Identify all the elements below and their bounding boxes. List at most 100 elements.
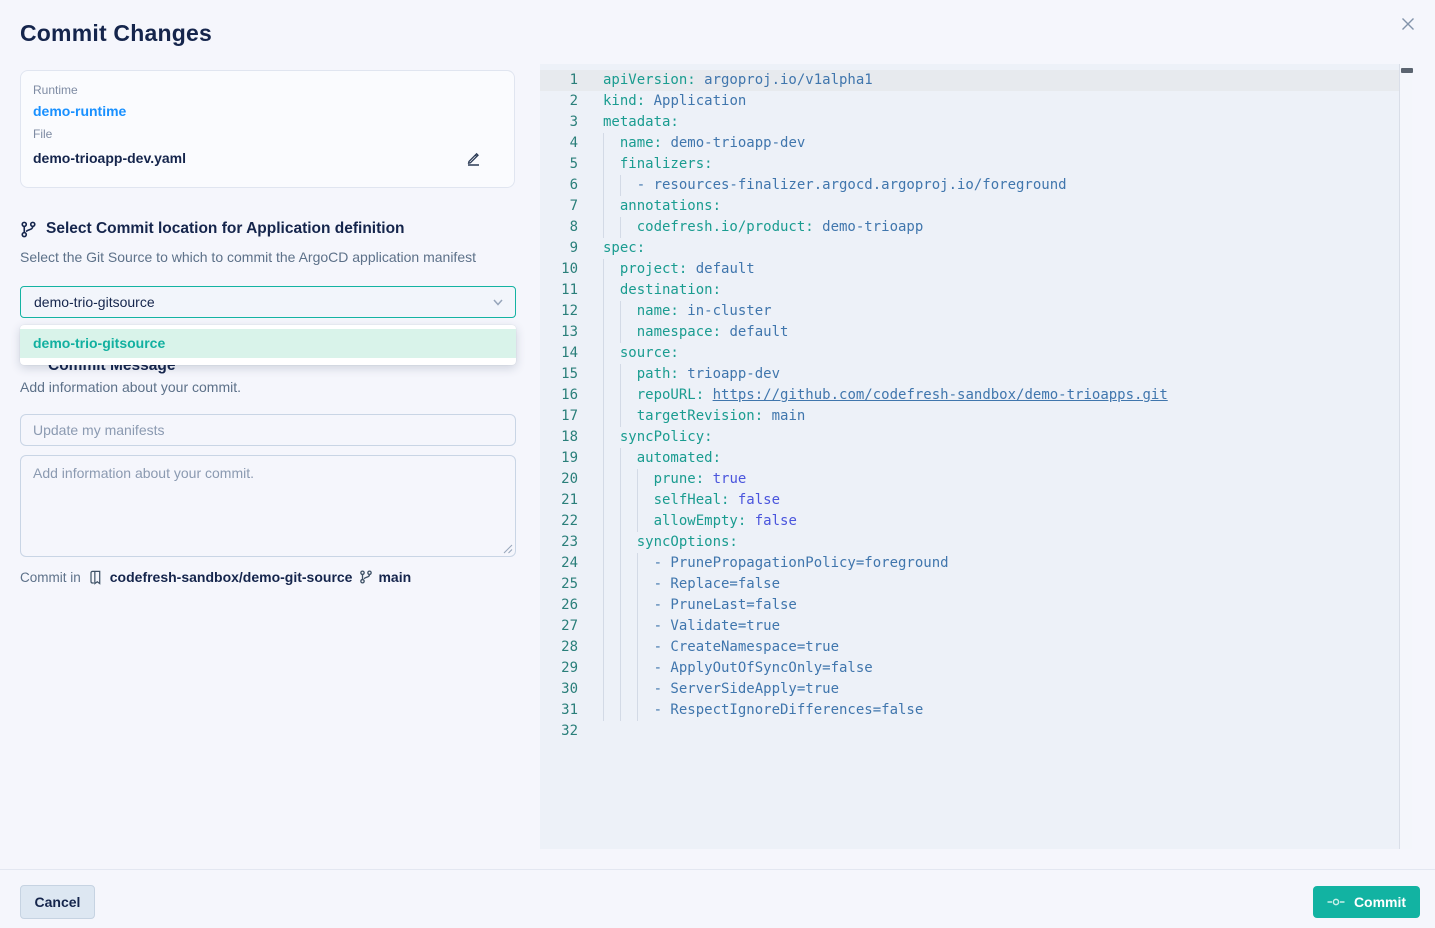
edit-file-icon[interactable] xyxy=(464,149,482,167)
code-line: 3 metadata: xyxy=(540,112,1399,133)
gitsource-select[interactable]: demo-trio-gitsource xyxy=(20,286,516,318)
indent-guide xyxy=(620,364,621,385)
commit-summary-input[interactable] xyxy=(20,414,516,446)
commit-form: Runtime demo-runtime File demo-trioapp-d… xyxy=(20,70,515,188)
yaml-token-str: default xyxy=(687,261,754,277)
yaml-editor[interactable]: 1apiVersion: argoproj.io/v1alpha12kind: … xyxy=(540,64,1412,849)
indent-guide xyxy=(603,364,604,385)
indent-guide xyxy=(637,616,638,637)
line-number: 2 xyxy=(540,91,578,112)
indent-guide xyxy=(637,637,638,658)
yaml-token-key: syncOptions: xyxy=(603,534,738,550)
git-branch-icon xyxy=(20,221,37,238)
code-lines: 1apiVersion: argoproj.io/v1alpha12kind: … xyxy=(540,70,1399,742)
repo-url-link[interactable]: https://github.com/codefresh-sandbox/dem… xyxy=(713,387,1168,403)
indent-guide xyxy=(637,658,638,679)
line-number: 4 xyxy=(540,133,578,154)
yaml-token-str xyxy=(704,387,712,403)
commit-in-label: Commit in xyxy=(20,570,81,585)
code-line: 29 - ApplyOutOfSyncOnly=false xyxy=(540,658,1399,679)
indent-guide xyxy=(620,301,621,322)
code-line: 8 codefresh.io/product: demo-trioapp xyxy=(540,217,1399,238)
line-number: 20 xyxy=(540,469,578,490)
indent-guide xyxy=(620,700,621,721)
indent-guide xyxy=(603,427,604,448)
runtime-link[interactable]: demo-runtime xyxy=(33,103,502,119)
yaml-token-str: main xyxy=(763,408,805,424)
cancel-button[interactable]: Cancel xyxy=(20,885,95,919)
runtime-label: Runtime xyxy=(33,83,502,97)
indent-guide xyxy=(637,574,638,595)
indent-guide xyxy=(603,511,604,532)
yaml-token-key: prune: xyxy=(603,471,704,487)
yaml-token-key: metadata: xyxy=(603,114,679,130)
line-number: 3 xyxy=(540,112,578,133)
yaml-token-key: syncPolicy: xyxy=(603,429,713,445)
code-line: 11 destination: xyxy=(540,280,1399,301)
code-line: 10 project: default xyxy=(540,259,1399,280)
indent-guide xyxy=(620,637,621,658)
yaml-token-bool: false xyxy=(729,492,780,508)
yaml-token-key: selfHeal: xyxy=(603,492,729,508)
editor-scrollbar-track[interactable] xyxy=(1399,64,1412,849)
yaml-token-key: project: xyxy=(603,261,687,277)
gitsource-option[interactable]: demo-trio-gitsource xyxy=(20,329,516,358)
line-number: 7 xyxy=(540,196,578,217)
indent-guide xyxy=(637,553,638,574)
code-line: 24 - PrunePropagationPolicy=foreground xyxy=(540,553,1399,574)
yaml-token-str: - CreateNamespace=true xyxy=(603,639,839,655)
line-number: 8 xyxy=(540,217,578,238)
code-line: 1 apiVersion: argoproj.io/v1alpha1 xyxy=(540,70,1399,91)
commit-branch-name[interactable]: main xyxy=(378,569,411,585)
yaml-token-key: apiVersion: xyxy=(603,72,696,88)
code-line: 22 allowEmpty: false xyxy=(540,511,1399,532)
yaml-token-str: demo-trioapp-dev xyxy=(662,135,805,151)
line-number: 28 xyxy=(540,637,578,658)
indent-guide xyxy=(620,217,621,238)
commit-repo-name[interactable]: codefresh-sandbox/demo-git-source xyxy=(110,569,353,585)
code-line: 4 name: demo-trioapp-dev xyxy=(540,133,1399,154)
indent-guide xyxy=(637,700,638,721)
code-line: 17 targetRevision: main xyxy=(540,406,1399,427)
line-number: 23 xyxy=(540,532,578,553)
yaml-token-key: allowEmpty: xyxy=(603,513,746,529)
line-number: 21 xyxy=(540,490,578,511)
code-line: 7 annotations: xyxy=(540,196,1399,217)
code-line: 13 namespace: default xyxy=(540,322,1399,343)
indent-guide xyxy=(620,406,621,427)
line-number: 18 xyxy=(540,427,578,448)
line-number: 24 xyxy=(540,553,578,574)
commit-target-row: Commit in codefresh-sandbox/demo-git-sou… xyxy=(20,569,411,585)
yaml-token-key: spec: xyxy=(603,240,645,256)
yaml-token-str: - PruneLast=false xyxy=(603,597,797,613)
commit-button[interactable]: Commit xyxy=(1313,886,1420,918)
indent-guide xyxy=(603,679,604,700)
line-number: 32 xyxy=(540,721,578,742)
indent-guide xyxy=(603,322,604,343)
indent-guide xyxy=(603,490,604,511)
line-number: 27 xyxy=(540,616,578,637)
indent-guide xyxy=(603,658,604,679)
indent-guide xyxy=(603,385,604,406)
indent-guide xyxy=(603,175,604,196)
code-line: 28 - CreateNamespace=true xyxy=(540,637,1399,658)
commit-details-textarea[interactable] xyxy=(20,455,516,557)
indent-guide xyxy=(603,700,604,721)
yaml-token-str: - Validate=true xyxy=(603,618,780,634)
dialog-footer: Cancel Commit xyxy=(0,869,1435,928)
indent-guide xyxy=(620,511,621,532)
yaml-token-str: Application xyxy=(645,93,746,109)
close-icon[interactable] xyxy=(1397,13,1419,35)
indent-guide xyxy=(620,553,621,574)
code-line: 20 prune: true xyxy=(540,469,1399,490)
code-line: 30 - ServerSideApply=true xyxy=(540,679,1399,700)
yaml-token-bool: false xyxy=(746,513,797,529)
yaml-token-str: demo-trioapp xyxy=(814,219,924,235)
line-number: 1 xyxy=(540,70,578,91)
code-line: 16 repoURL: https://github.com/codefresh… xyxy=(540,385,1399,406)
yaml-token-str: argoproj.io/v1alpha1 xyxy=(696,72,873,88)
editor-scrollbar-thumb[interactable] xyxy=(1401,68,1413,73)
commit-location-subheading: Select the Git Source to which to commit… xyxy=(20,249,476,265)
indent-guide xyxy=(603,532,604,553)
indent-guide xyxy=(603,154,604,175)
